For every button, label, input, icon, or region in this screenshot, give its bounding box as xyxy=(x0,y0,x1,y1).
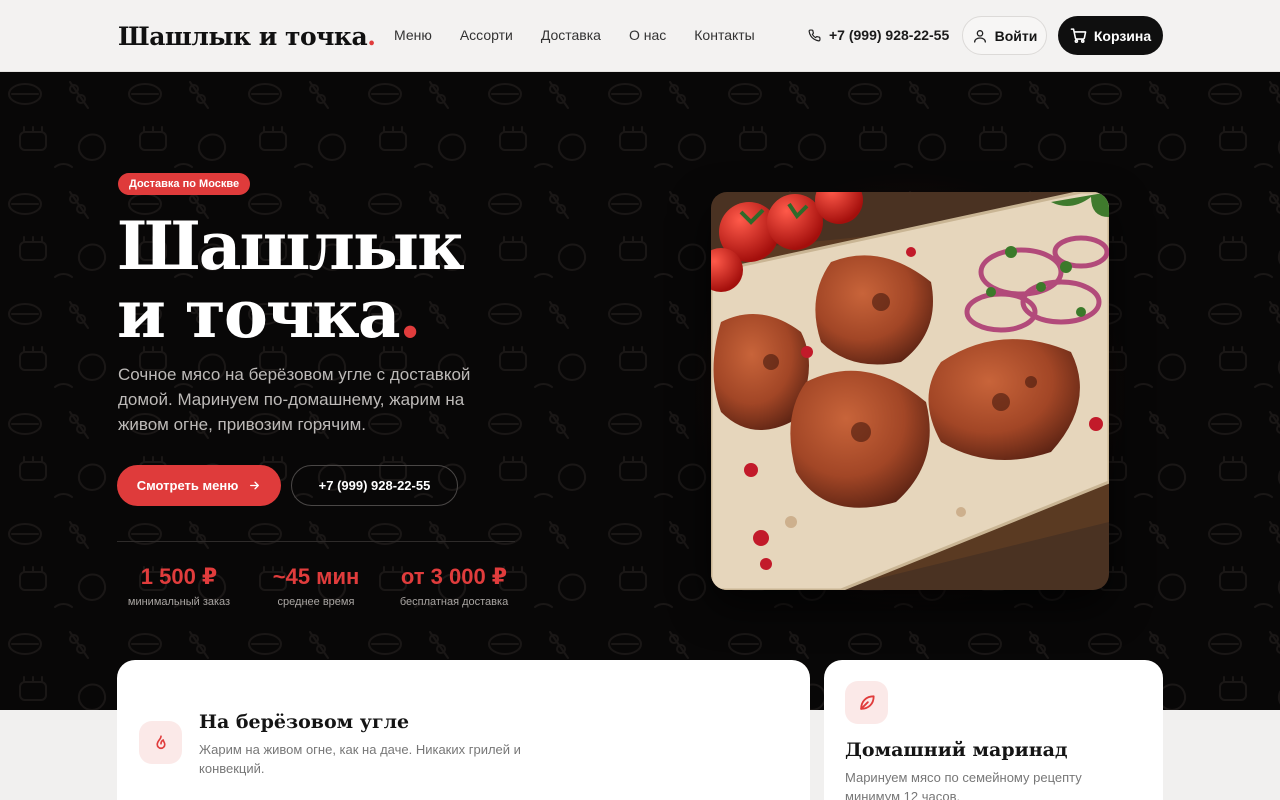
cart-button[interactable]: Корзина xyxy=(1058,16,1163,55)
nav-item-menu[interactable]: Меню xyxy=(394,27,432,43)
stats-divider xyxy=(117,541,515,542)
leaf-icon xyxy=(845,681,888,724)
stat-label: бесплатная доставка xyxy=(399,596,509,608)
hero-description: Сочное мясо на берёзовом угле с доставко… xyxy=(118,365,471,434)
feature-description: Маринуем мясо по семейному рецепту миним… xyxy=(845,770,1082,800)
view-menu-button[interactable]: Смотреть меню xyxy=(117,465,281,506)
header-phone-link[interactable]: +7 (999) 928-22-55 xyxy=(808,27,949,43)
stat-value: 1 500 ₽ xyxy=(140,564,218,589)
hero-title-dot: . xyxy=(398,275,422,353)
nav-item-about[interactable]: О нас xyxy=(629,27,666,43)
stat-label: среднее время xyxy=(277,596,355,608)
main-nav: Меню Ассорти Доставка О нас Контакты xyxy=(394,27,755,43)
cart-icon xyxy=(1070,28,1087,44)
nav-item-contacts[interactable]: Контакты xyxy=(694,27,754,43)
user-icon xyxy=(973,29,986,43)
feature-card-birch: На берёзовом угле Жарим на живом огне, к… xyxy=(117,660,810,800)
hero-section: Доставка по Москве Шашлык и точка. Сочно… xyxy=(0,72,1280,710)
logo-dot: . xyxy=(367,22,376,51)
view-menu-label: Смотреть меню xyxy=(136,478,239,493)
feature-card-marinade: Домашний маринад Маринуем мясо по семейн… xyxy=(824,660,1163,800)
hero-phone-button[interactable]: +7 (999) 928-22-55 xyxy=(291,465,458,506)
flame-icon xyxy=(139,721,182,764)
feature-title: Домашний маринад xyxy=(845,739,1068,761)
arrow-right-icon xyxy=(250,481,260,490)
hero-title-line1: Шашлык xyxy=(117,207,465,285)
cart-label: Корзина xyxy=(1093,27,1152,44)
delivery-badge: Доставка по Москве xyxy=(118,173,251,195)
hero-title: Шашлык и точка. xyxy=(117,207,465,348)
feature-title: На берёзовом угле xyxy=(199,711,410,733)
hero-food-photo xyxy=(711,192,1109,590)
logo-text: Шашлык и точка xyxy=(118,22,368,51)
stat-value: ~45 мин xyxy=(272,564,360,589)
header-phone-text: +7 (999) 928-22-55 xyxy=(829,27,950,43)
site-header: Шашлык и точка. Меню Ассорти Доставка О … xyxy=(0,0,1280,72)
nav-item-assorti[interactable]: Ассорти xyxy=(460,27,513,43)
login-button[interactable]: Войти xyxy=(962,16,1047,55)
login-label: Войти xyxy=(994,27,1038,44)
stat-free-delivery: от 3 000 ₽ бесплатная доставка xyxy=(394,564,514,608)
stat-value: от 3 000 ₽ xyxy=(400,564,508,589)
stat-min-order: 1 500 ₽ минимальный заказ xyxy=(122,564,236,608)
stat-delivery-time: ~45 мин среднее время xyxy=(260,564,372,608)
nav-item-delivery[interactable]: Доставка xyxy=(541,27,601,43)
logo[interactable]: Шашлык и точка. xyxy=(118,22,376,51)
hero-title-line2: и точка xyxy=(117,275,401,353)
stat-label: минимальный заказ xyxy=(127,596,231,608)
feature-description: Жарим на живом огне, как на даче. Никаки… xyxy=(199,742,521,776)
phone-icon xyxy=(808,28,821,41)
